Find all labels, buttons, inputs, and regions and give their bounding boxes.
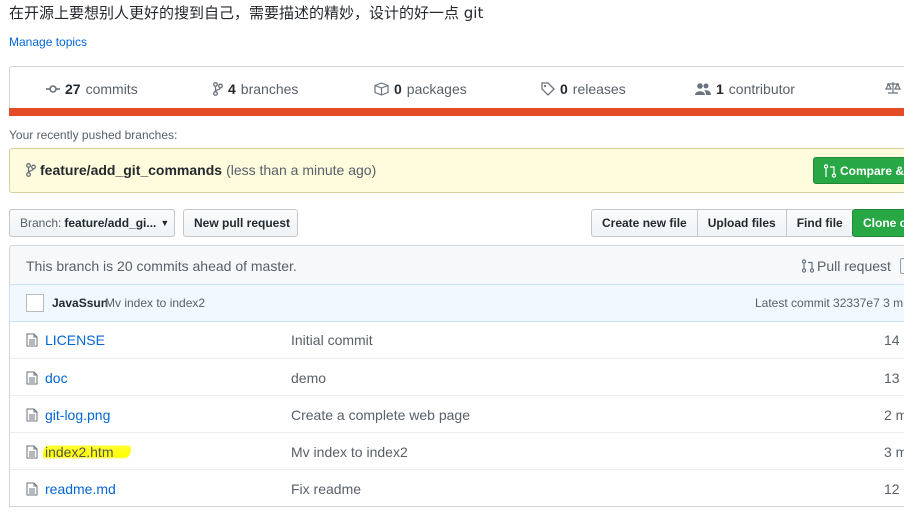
file-age: 13 <box>884 370 900 386</box>
tag-icon <box>541 82 555 96</box>
people-icon <box>695 83 711 95</box>
file-icon <box>26 371 38 385</box>
pushed-time: (less than a minute ago) <box>226 162 377 178</box>
file-name-highlighted[interactable]: index2.htm <box>43 444 132 460</box>
pushed-branch-name[interactable]: feature/add_git_commands <box>40 162 222 178</box>
commit-icon <box>46 85 60 93</box>
git-compare-icon <box>824 163 836 178</box>
file-commit-message[interactable]: Create a complete web page <box>291 407 470 423</box>
releases-count: 0 <box>560 81 568 97</box>
packages-count: 0 <box>394 81 402 97</box>
file-commit-message[interactable]: Fix readme <box>291 481 361 497</box>
file-age: 14 <box>884 332 900 348</box>
license-link[interactable] <box>885 81 901 95</box>
new-pull-request-button[interactable]: New pull request <box>183 209 298 237</box>
file-name[interactable]: doc <box>45 370 68 386</box>
pull-request-link[interactable]: Pull request <box>802 258 891 274</box>
commits-count: 27 <box>65 81 81 97</box>
file-row: LICENSE Initial commit 14 <box>10 321 904 358</box>
file-name[interactable]: readme.md <box>45 481 116 497</box>
branch-status-bar: This branch is 20 commits ahead of maste… <box>9 245 904 285</box>
file-icon <box>26 482 38 496</box>
releases-label: releases <box>572 81 626 97</box>
branches-link[interactable]: 4 branches <box>213 81 298 97</box>
file-row: index2.htm Mv index to index2 3 m <box>10 432 904 469</box>
compare-icon[interactable] <box>900 258 904 274</box>
law-icon <box>885 82 901 94</box>
chevron-down-icon: ▼ <box>160 218 170 228</box>
file-icon <box>26 445 38 459</box>
manage-topics-link[interactable]: Manage topics <box>9 35 87 49</box>
file-commit-message[interactable]: demo <box>291 370 326 386</box>
commit-author[interactable]: JavaSsun <box>52 296 108 310</box>
branches-label: branches <box>240 81 299 97</box>
avatar[interactable] <box>26 294 44 312</box>
commits-label: commits <box>85 81 138 97</box>
file-row: git-log.png Create a complete web page 2… <box>10 395 904 432</box>
file-icon <box>26 333 38 347</box>
branch-name: feature/add_gi... <box>64 216 157 230</box>
recent-push-banner: feature/add_git_commands (less than a mi… <box>9 148 904 193</box>
commit-message[interactable]: Mv index to index2 <box>105 296 205 310</box>
latest-commit-info[interactable]: Latest commit 32337e7 3 m <box>755 296 903 310</box>
file-commit-message[interactable]: Initial commit <box>291 332 373 348</box>
branch-icon <box>26 163 36 177</box>
latest-commit-bar: JavaSsun Mv index to index2 Latest commi… <box>9 284 904 322</box>
compare-button-label: Compare & <box>840 163 904 178</box>
commits-link[interactable]: 27 commits <box>46 81 138 97</box>
file-icon <box>26 408 38 422</box>
releases-link[interactable]: 0 releases <box>541 81 626 97</box>
branch-ahead-text: This branch is 20 commits ahead of maste… <box>26 258 297 274</box>
contributors-link[interactable]: 1 contributor <box>695 81 795 97</box>
packages-label: packages <box>406 81 467 97</box>
pull-request-label: Pull request <box>817 258 891 274</box>
package-icon <box>374 82 389 96</box>
pull-request-icon <box>802 259 814 273</box>
compare-pull-request-button[interactable]: Compare & <box>813 157 904 184</box>
branch-icon <box>213 82 223 96</box>
file-name[interactable]: LICENSE <box>45 332 105 348</box>
upload-files-button[interactable]: Upload files <box>696 209 787 237</box>
branch-select-button[interactable]: Branch: feature/add_gi... ▼ <box>9 209 175 237</box>
packages-link[interactable]: 0 packages <box>374 81 467 97</box>
file-age: 3 m <box>884 444 904 460</box>
file-age: 2 m <box>884 407 904 423</box>
repo-description: 在开源上要想别人更好的搜到自己，需要描述的精妙，设计的好一点 git <box>9 4 484 22</box>
file-age: 12 <box>884 481 900 497</box>
file-row: readme.md Fix readme 12 <box>10 469 904 506</box>
file-commit-message[interactable]: Mv index to index2 <box>291 444 408 460</box>
file-list: LICENSE Initial commit 14 doc demo 13 gi… <box>9 321 904 507</box>
branch-prefix: Branch: <box>20 216 62 230</box>
contributors-label: contributor <box>728 81 795 97</box>
clone-download-button[interactable]: Clone o <box>852 209 904 237</box>
language-bar[interactable] <box>9 108 904 116</box>
create-new-file-button[interactable]: Create new file <box>591 209 698 237</box>
branches-count: 4 <box>228 81 236 97</box>
recently-pushed-label: Your recently pushed branches: <box>9 128 178 142</box>
find-file-button[interactable]: Find file <box>785 209 854 237</box>
contributors-count: 1 <box>716 81 724 97</box>
file-actions-group: Create new file Upload files Find file <box>591 209 854 237</box>
file-row: doc demo 13 <box>10 358 904 395</box>
file-name[interactable]: git-log.png <box>45 407 110 423</box>
